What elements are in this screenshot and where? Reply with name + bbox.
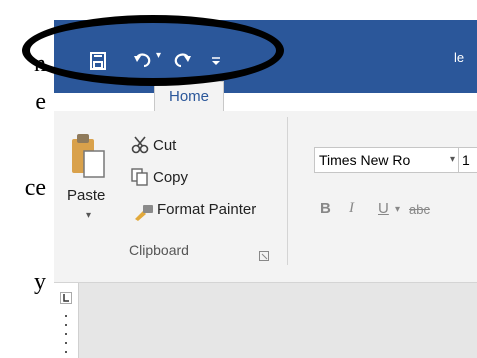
- tab-file[interactable]: File: [99, 93, 123, 110]
- font-size-combobox[interactable]: 1: [458, 147, 477, 173]
- font-name-dropdown-icon[interactable]: ▾: [450, 148, 455, 172]
- vertical-ruler: [54, 283, 79, 358]
- annotation-circle: [22, 15, 284, 86]
- clipboard-launcher-icon[interactable]: [259, 248, 269, 266]
- underline-button[interactable]: U: [378, 200, 389, 217]
- doc-text-line-2: e: [35, 90, 46, 114]
- cut-button[interactable]: Cut: [153, 137, 176, 154]
- clipboard-group-label: Clipboard: [129, 242, 189, 258]
- paste-button[interactable]: Paste: [67, 187, 105, 204]
- underline-dropdown-icon[interactable]: ▾: [395, 204, 400, 215]
- document-area: [54, 283, 477, 358]
- font-size-value: 1: [462, 152, 470, 168]
- cut-icon: [131, 136, 149, 159]
- strikethrough-button[interactable]: abc: [409, 202, 430, 217]
- bold-button[interactable]: B: [320, 200, 331, 217]
- ruler-ticks: [65, 315, 67, 355]
- doc-text-line-3: ce: [24, 176, 46, 200]
- group-divider: [287, 117, 288, 265]
- tab-insert[interactable]: Insert: [237, 93, 275, 110]
- window-title: le: [454, 50, 465, 65]
- paste-dropdown-icon[interactable]: ▾: [86, 210, 91, 221]
- tab-selector-icon[interactable]: [60, 291, 72, 309]
- font-name-value: Times New Ro: [319, 152, 411, 168]
- format-painter-icon: [133, 203, 155, 226]
- copy-button[interactable]: Copy: [153, 169, 188, 186]
- italic-button[interactable]: I: [349, 200, 354, 217]
- format-painter-button[interactable]: Format Painter: [157, 201, 256, 218]
- doc-text-line-4: y: [34, 270, 46, 294]
- copy-icon: [131, 168, 149, 191]
- paste-icon[interactable]: [70, 133, 108, 188]
- font-name-combobox[interactable]: Times New Ro ▾: [314, 147, 460, 173]
- tab-design[interactable]: Design: [302, 93, 349, 110]
